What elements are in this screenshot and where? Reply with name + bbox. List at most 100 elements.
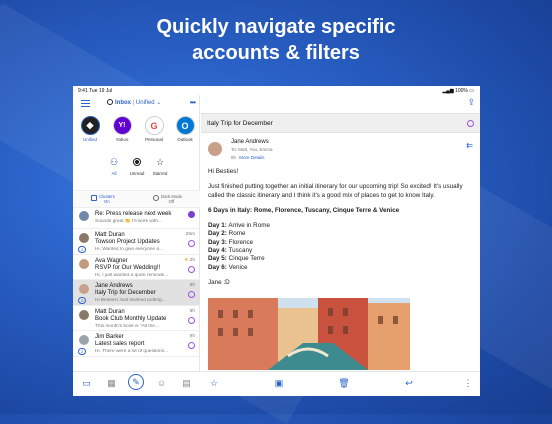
star-icon: ☆ xyxy=(155,156,165,167)
filter-unread[interactable]: Unread xyxy=(126,156,148,176)
more-details-link[interactable]: More Details xyxy=(239,155,264,160)
itinerary-day: Day 4: Tuscany xyxy=(208,247,253,255)
share-icon[interactable]: ⇪ xyxy=(467,97,475,108)
message-actions-toolbar: ☆ ▣ 🗑 ↩ ⋮ xyxy=(201,371,480,396)
thread-count-badge: 2 xyxy=(78,348,87,355)
pencil-icon: ✎ xyxy=(132,376,140,387)
account-label: Unified xyxy=(82,137,97,142)
filter-all[interactable]: ⚇ All xyxy=(103,156,125,177)
chevron-down-icon: ⌄ xyxy=(156,100,162,106)
filter-label: Unread xyxy=(129,171,145,176)
star-icon: ★ xyxy=(184,257,189,263)
folder-selector[interactable]: Inbox | Unified ⌄ xyxy=(107,99,161,106)
mail-time: ★ 2h xyxy=(184,257,195,263)
read-indicator[interactable] xyxy=(188,291,195,298)
clusters-toggle[interactable]: Clusters On xyxy=(91,194,115,204)
venice-photo[interactable] xyxy=(208,298,410,370)
mail-subject: Italy Trip for December xyxy=(95,290,156,296)
account-label: Yahoo xyxy=(115,137,129,142)
account-unified[interactable]: ◆ Unified xyxy=(79,116,101,142)
archive-icon[interactable]: ▣ xyxy=(273,377,285,389)
contacts-tab-icon[interactable]: ☺ xyxy=(156,378,167,388)
account-switcher: ◆ Unified Y! Yahoo G Personal O Outlook xyxy=(73,116,200,146)
mail-subject: Towson Project Updates xyxy=(95,239,160,245)
star-icon[interactable]: ☆ xyxy=(208,377,220,389)
avatar xyxy=(79,309,89,320)
filter-label: Starred xyxy=(152,171,168,176)
mail-time: 8h xyxy=(189,283,195,288)
hamburger-menu-icon[interactable] xyxy=(81,100,90,107)
trash-icon[interactable]: 🗑 xyxy=(338,377,350,389)
signoff: Jane :D xyxy=(208,278,230,286)
promo-headline: Quickly navigate specific accounts & fil… xyxy=(0,14,552,66)
message-detail-pane: ⇪ Italy Trip for December Jane Andrews T… xyxy=(201,95,480,396)
battery-indicator: ▂▄▆ 100% ▭ xyxy=(442,88,474,94)
filter-starred[interactable]: ☆ Starred xyxy=(149,156,171,177)
read-indicator[interactable] xyxy=(188,316,195,324)
more-options-icon[interactable]: ••• xyxy=(190,98,196,107)
people-icon: ⚇ xyxy=(109,156,119,167)
list-item[interactable]: Matt Duran Book Club Monthly Update This… xyxy=(73,306,200,331)
clusters-state: On xyxy=(104,199,110,204)
read-indicator[interactable] xyxy=(188,240,195,247)
account-yahoo[interactable]: Y! Yahoo xyxy=(111,116,133,142)
mail-time: 25m xyxy=(185,232,195,237)
avatar xyxy=(79,284,89,294)
message-time: 8h xyxy=(231,155,237,160)
list-item[interactable]: Matt Duran Towson Project Updates Hi, Wa… xyxy=(73,229,200,255)
account-label: Personal xyxy=(145,137,163,142)
itinerary-heading: 6 Days in Italy: Rome, Florence, Tuscany… xyxy=(208,206,400,214)
read-indicator[interactable] xyxy=(467,120,474,127)
list-item[interactable]: Jim Barker Latest sales report Hi, There… xyxy=(73,331,200,357)
mail-subject: Latest sales report xyxy=(95,341,145,347)
outlook-icon: O xyxy=(175,116,195,135)
sender-name[interactable]: Jane Andrews xyxy=(231,139,269,145)
list-item[interactable]: Ava Wagner RSVP for Our Wedding!! Hi, I … xyxy=(73,255,200,280)
mail-subject: Book Club Monthly Update xyxy=(95,315,167,322)
list-item[interactable]: Re: Press release next week Sounds great… xyxy=(73,208,200,229)
mail-preview: Hi, Wanted to give everyone a... xyxy=(95,247,164,252)
inbox-tab-icon[interactable]: ▭ xyxy=(81,378,92,388)
read-indicator[interactable] xyxy=(188,342,195,349)
thread-count-badge: 2 xyxy=(78,246,87,253)
attachments-tab-icon[interactable]: ▤ xyxy=(181,378,192,388)
account-label: Outlook xyxy=(177,137,193,142)
mail-preview: Hi, I just wanted a quick reminde... xyxy=(95,272,169,278)
filter-label: All xyxy=(111,171,117,176)
mail-preview: Hi Besties! Just finished putting... xyxy=(95,298,166,303)
account-outlook[interactable]: O Outlook xyxy=(174,116,196,142)
mail-subject: Re: Press release next week xyxy=(95,211,172,217)
dark-mode-toggle[interactable]: Dark Mode Off xyxy=(153,194,182,204)
bottom-tab-bar: ▭ ▦ ✎ ☺ ▤ xyxy=(73,371,200,396)
unread-indicator[interactable] xyxy=(188,211,195,218)
itinerary-day: Day 2: Rome xyxy=(208,230,246,238)
mail-sender: Jim Barker xyxy=(95,334,124,340)
status-time: 9:41 Tue 19 Jul xyxy=(78,88,113,94)
compose-button[interactable]: ✎ xyxy=(128,374,144,390)
list-item-selected[interactable]: Jane Andrews Italy Trip for December Hi … xyxy=(73,280,200,306)
unified-icon: ◆ xyxy=(80,116,100,135)
itinerary-day: Day 5: Cinque Terre xyxy=(208,255,265,263)
folder-label: Inbox xyxy=(115,100,131,106)
thread-count-badge: 2 xyxy=(78,297,87,304)
yahoo-icon: Y! xyxy=(112,116,132,135)
message-meta: 8h More Details xyxy=(231,155,265,160)
reply-icon[interactable]: ↩ xyxy=(403,377,415,389)
itinerary-day: Day 1: Arrive in Rome xyxy=(208,222,270,230)
mail-sender: Jane Andrews xyxy=(95,283,133,289)
mail-sender: Ava Wagner xyxy=(95,257,128,264)
calendar-tab-icon[interactable]: ▦ xyxy=(106,378,117,388)
mail-time: 9h xyxy=(189,308,195,314)
account-personal[interactable]: G Personal xyxy=(143,116,165,142)
read-indicator[interactable] xyxy=(188,265,195,273)
unread-dot-icon xyxy=(131,156,143,168)
body-paragraph: Just finished putting together an initia… xyxy=(208,183,463,199)
view-toggles: Clusters On Dark Mode Off xyxy=(73,190,200,208)
avatar xyxy=(79,258,89,269)
message-list: Re: Press release next week Sounds great… xyxy=(73,208,200,357)
promo-line-2: accounts & filters xyxy=(192,42,360,64)
reply-all-icon[interactable]: ⇇ xyxy=(466,141,473,150)
mail-preview: Hi, There were a lot of questions... xyxy=(95,349,168,354)
moon-icon xyxy=(153,195,159,201)
more-vertical-icon[interactable]: ⋮ xyxy=(462,377,474,389)
